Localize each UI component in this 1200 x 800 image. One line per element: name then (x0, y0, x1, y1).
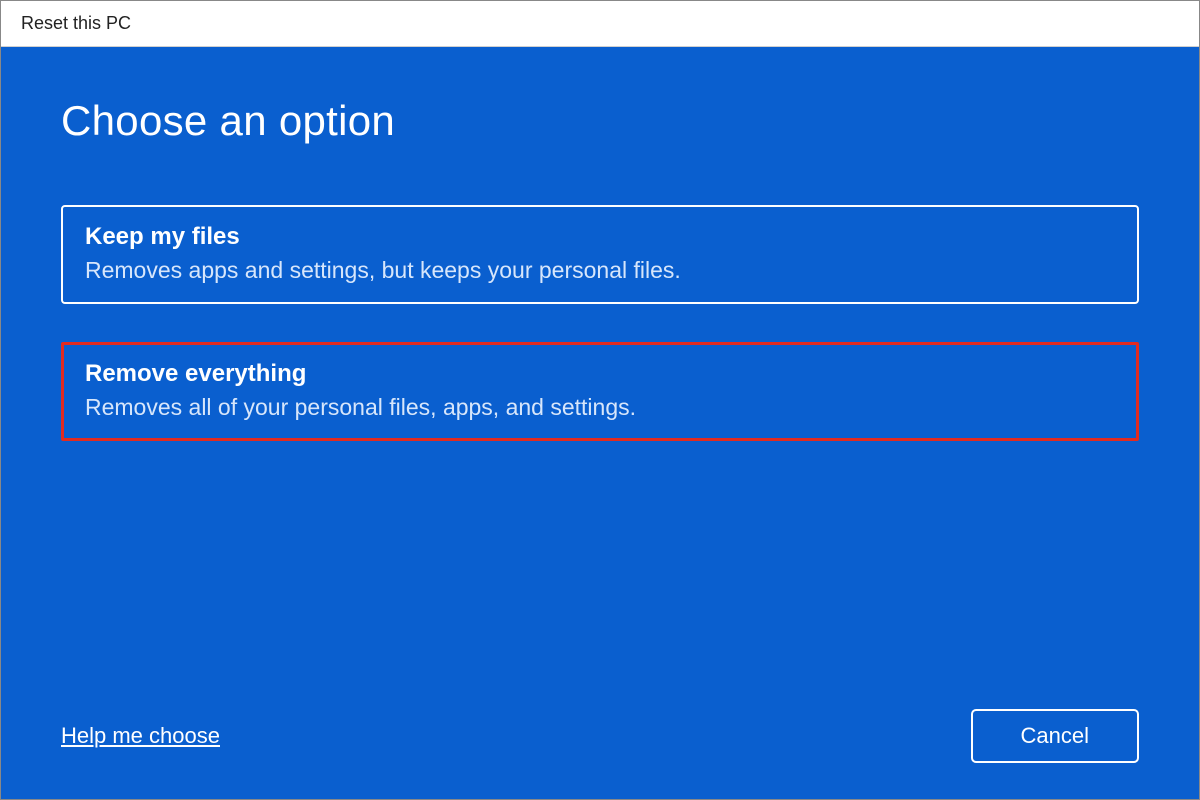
option-keep-my-files[interactable]: Keep my files Removes apps and settings,… (61, 205, 1139, 304)
titlebar: Reset this PC (1, 1, 1199, 47)
dialog-content: Choose an option Keep my files Removes a… (1, 47, 1199, 799)
option-title: Keep my files (85, 223, 1115, 251)
page-heading: Choose an option (61, 97, 1139, 145)
option-description: Removes apps and settings, but keeps you… (85, 257, 1115, 284)
option-description: Removes all of your personal files, apps… (85, 394, 1115, 421)
cancel-button[interactable]: Cancel (971, 709, 1139, 763)
dialog-window: Reset this PC Choose an option Keep my f… (0, 0, 1200, 800)
options-list: Keep my files Removes apps and settings,… (61, 205, 1139, 441)
window-title: Reset this PC (21, 13, 131, 34)
dialog-footer: Help me choose Cancel (61, 709, 1139, 763)
help-me-choose-link[interactable]: Help me choose (61, 723, 220, 763)
option-title: Remove everything (85, 360, 1115, 388)
option-remove-everything[interactable]: Remove everything Removes all of your pe… (61, 342, 1139, 441)
